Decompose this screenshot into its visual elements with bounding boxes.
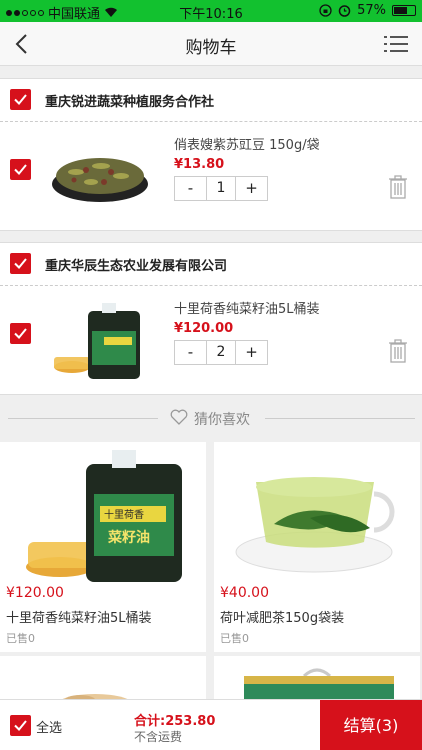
select-all-checkbox[interactable] xyxy=(10,715,31,736)
shipping-note: 不含运费 xyxy=(134,730,183,744)
select-all-label[interactable]: 全选 xyxy=(36,717,62,736)
page-title: 购物车 xyxy=(185,38,237,58)
status-bar: 中国联通 下午10:16 57% xyxy=(0,0,422,22)
item-checkbox[interactable] xyxy=(10,159,31,180)
item-title[interactable]: 十里荷香纯菜籽油5L桶装 xyxy=(174,298,320,317)
heart-icon xyxy=(170,409,188,425)
product-card[interactable]: ¥40.00 荷叶减肥茶150g袋装 已售0 xyxy=(214,442,420,652)
check-icon xyxy=(14,720,27,731)
battery-icon xyxy=(392,5,416,16)
trash-icon[interactable] xyxy=(388,339,408,363)
product-name: 荷叶减肥茶150g袋装 xyxy=(220,611,345,626)
sold-count: 已售0 xyxy=(220,632,249,645)
shop-checkbox[interactable] xyxy=(10,89,31,110)
divider-line xyxy=(8,418,158,419)
item-checkbox[interactable] xyxy=(10,323,31,344)
product-name: 十里荷香纯菜籽油5L桶装 xyxy=(6,611,152,626)
oil-product-image: 十里荷香 菜籽油 xyxy=(26,450,182,582)
list-menu-icon[interactable] xyxy=(384,34,408,54)
svg-text:菜籽油: 菜籽油 xyxy=(107,529,150,546)
product-price: ¥120.00 xyxy=(6,585,64,601)
orientation-lock-icon xyxy=(319,4,332,17)
quantity-stepper: - 2 + xyxy=(174,340,268,365)
increase-button[interactable]: + xyxy=(236,341,267,364)
shop-name: 重庆华辰生态农业发展有限公司 xyxy=(45,259,228,274)
product-card[interactable]: 十里荷香 菜籽油 ¥120.00 十里荷香纯菜籽油5L桶装 已售0 xyxy=(0,442,206,652)
check-icon xyxy=(14,164,27,175)
increase-button[interactable]: + xyxy=(236,177,267,200)
check-icon xyxy=(14,258,27,269)
guess-you-like-divider: 猜你喜欢 xyxy=(0,397,422,439)
check-icon xyxy=(14,328,27,339)
check-icon xyxy=(14,94,27,105)
total-amount: 合计:253.80 xyxy=(134,714,216,729)
product-price: ¥40.00 xyxy=(220,585,269,601)
checkout-button[interactable]: 结算(3) xyxy=(320,700,422,750)
item-title[interactable]: 俏表嫂紫苏豇豆 150g/袋 xyxy=(174,134,320,153)
sold-count: 已售0 xyxy=(6,632,35,645)
shop-name: 重庆锐进蔬菜种植服务合作社 xyxy=(45,95,215,110)
decrease-button[interactable]: - xyxy=(175,341,206,364)
tea-product-image xyxy=(235,477,395,573)
cowpea-product-image[interactable] xyxy=(46,134,154,214)
oil-product-image[interactable] xyxy=(46,301,154,381)
quantity-value[interactable]: 2 xyxy=(206,341,236,364)
item-price: ¥120.00 xyxy=(174,321,234,336)
quantity-value[interactable]: 1 xyxy=(206,177,236,200)
shop-block-2: 重庆华辰生态农业发展有限公司 十里荷香纯菜籽油5L桶装 ¥120.00 - 2 … xyxy=(0,242,422,395)
trash-icon[interactable] xyxy=(388,175,408,199)
guess-label: 猜你喜欢 xyxy=(194,412,250,428)
shop-header: 重庆锐进蔬菜种植服务合作社 xyxy=(0,79,422,122)
shop-block-1: 重庆锐进蔬菜种植服务合作社 俏表嫂紫苏豇豆 150g/袋 ¥13.80 - 1 … xyxy=(0,78,422,231)
alarm-icon xyxy=(338,5,351,17)
shop-header: 重庆华辰生态农业发展有限公司 xyxy=(0,243,422,286)
status-right: 57% xyxy=(319,3,416,18)
svg-text:十里荷香: 十里荷香 xyxy=(104,508,144,521)
battery-percent: 57% xyxy=(357,3,386,18)
decrease-button[interactable]: - xyxy=(175,177,206,200)
nav-bar: 购物车 xyxy=(0,22,422,66)
quantity-stepper: - 1 + xyxy=(174,176,268,201)
shop-checkbox[interactable] xyxy=(10,253,31,274)
divider-line xyxy=(265,418,415,419)
checkout-bar: 全选 合计:253.80 不含运费 结算(3) xyxy=(0,699,422,750)
item-price: ¥13.80 xyxy=(174,157,225,172)
